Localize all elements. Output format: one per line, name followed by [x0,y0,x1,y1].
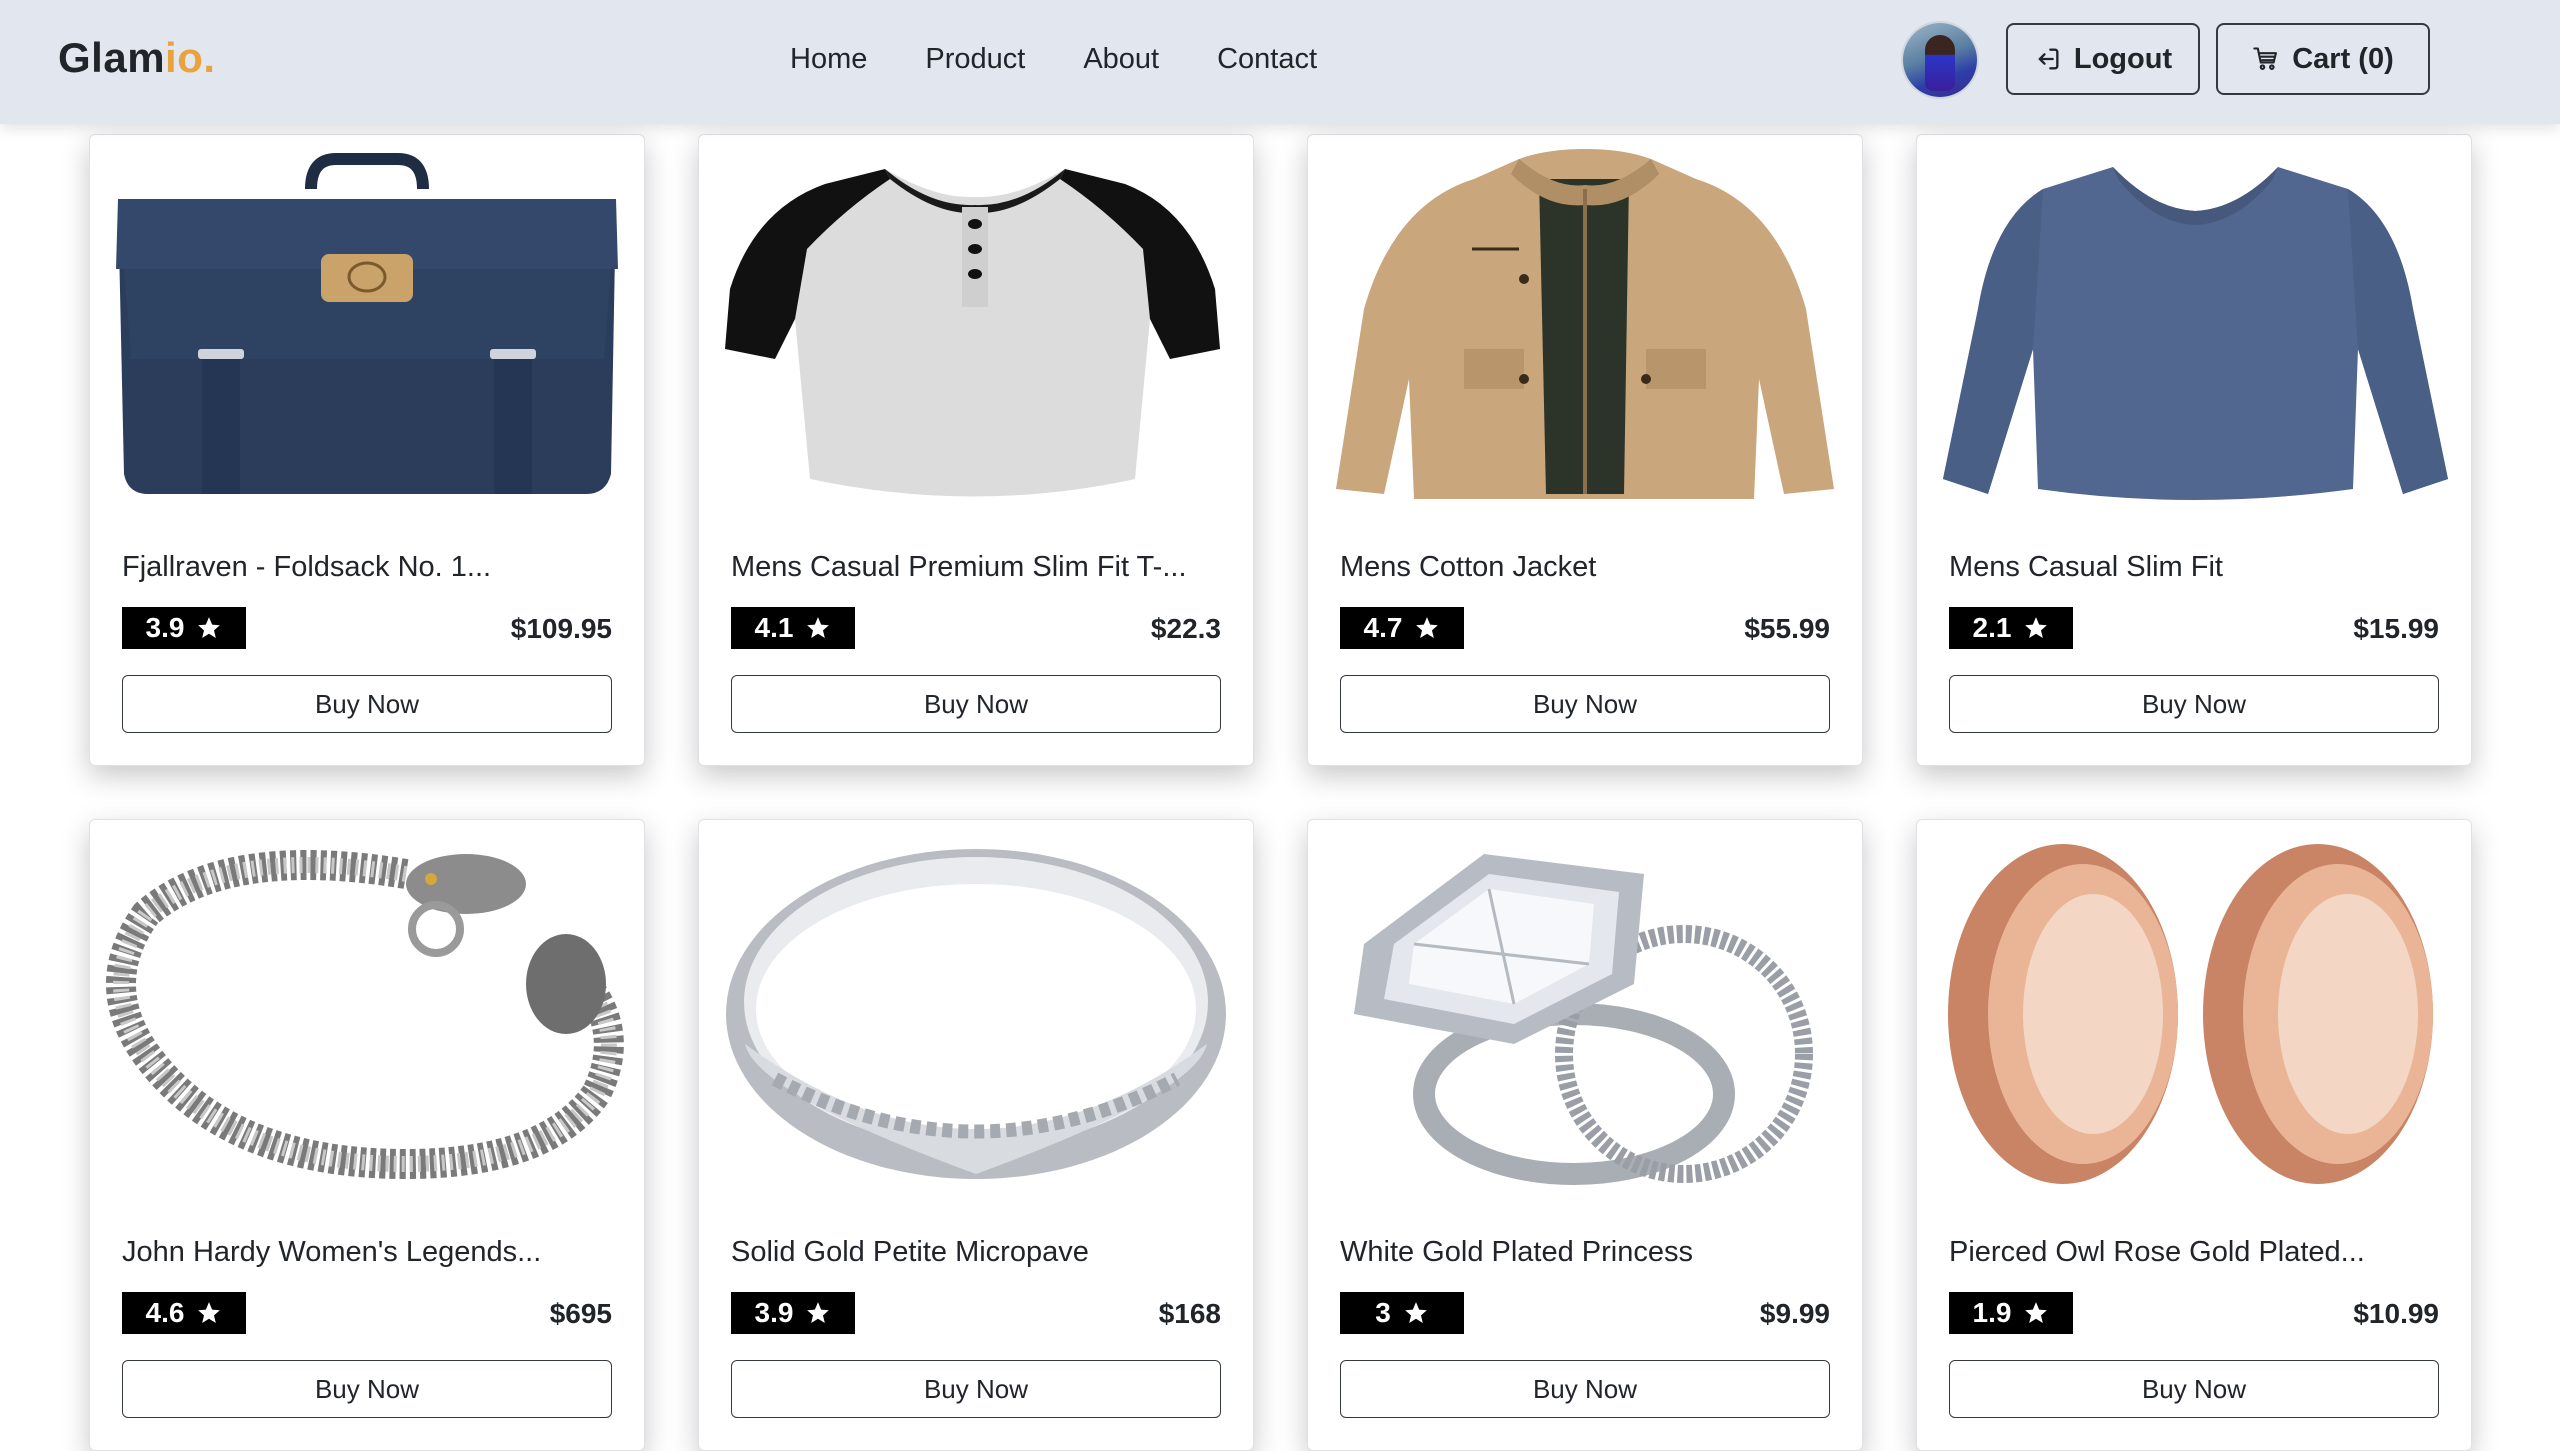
buy-now-button[interactable]: Buy Now [122,675,612,733]
rating-value: 2.1 [1972,612,2012,643]
product-card: Pierced Owl Rose Gold Plated... 1.9 $10.… [1916,819,2472,1451]
nav-link-home[interactable]: Home [790,38,867,80]
rating-badge: 3.9 [731,1292,855,1334]
buy-now-button[interactable]: Buy Now [1340,675,1830,733]
product-card: Mens Casual Premium Slim Fit T-... 4.1 $… [698,134,1254,766]
product-price: $15.99 [2353,613,2439,644]
product-title: Mens Casual Premium Slim Fit T-... [731,551,1187,583]
logout-button[interactable]: Logout [2006,23,2200,95]
product-price: $10.99 [2353,1298,2439,1329]
product-price: $109.95 [510,613,612,644]
product-image-backpack[interactable] [106,149,628,509]
product-title: Mens Cotton Jacket [1340,551,1597,583]
cart-icon [2252,45,2280,73]
product-image-tshirt[interactable] [715,149,1237,509]
star-icon [807,617,830,638]
star-icon [198,1302,221,1323]
nav-link-product[interactable]: Product [925,38,1025,80]
buy-now-button[interactable]: Buy Now [1949,675,2439,733]
buy-now-button[interactable]: Buy Now [731,675,1221,733]
rating-badge: 3 [1340,1292,1464,1334]
rating-value: 3 [1375,1297,1391,1328]
star-icon [1404,1302,1427,1323]
brand-name: Glam [58,34,166,81]
nav-link-contact[interactable]: Contact [1217,38,1317,80]
rating-value: 3.9 [145,612,185,643]
buy-now-button[interactable]: Buy Now [1949,1360,2439,1418]
product-title: Fjallraven - Foldsack No. 1... [122,551,492,583]
product-image-bracelet[interactable] [106,834,628,1194]
product-price: $22.3 [1150,613,1221,644]
rating-badge: 4.6 [122,1292,246,1334]
product-title: John Hardy Women's Legends... [122,1236,542,1268]
rating-badge: 2.1 [1949,607,2073,649]
brand-logo[interactable]: Glamio. [58,30,216,86]
rating-value: 1.9 [1972,1297,2012,1328]
brand-accent: io. [165,34,216,81]
star-icon [2025,1302,2048,1323]
product-image-diamond-ring[interactable] [1324,834,1846,1194]
product-price: $168 [1158,1298,1221,1329]
product-card: John Hardy Women's Legends... 4.6 $695 B… [89,819,645,1451]
star-icon [807,1302,830,1323]
navbar: Glamio. Home Product About Contact Logou… [0,0,2560,124]
product-card: Mens Cotton Jacket 4.7 $55.99 Buy Now [1307,134,1863,766]
nav-link-about[interactable]: About [1083,38,1159,80]
product-title: Mens Casual Slim Fit [1949,551,2223,583]
cart-label: Cart (0) [2292,42,2394,75]
buy-now-button[interactable]: Buy Now [122,1360,612,1418]
cart-button[interactable]: Cart (0) [2216,23,2430,95]
user-avatar[interactable] [1903,23,1977,97]
rating-value: 3.9 [754,1297,794,1328]
rating-badge: 3.9 [122,607,246,649]
product-image-band-ring[interactable] [715,834,1237,1194]
logout-icon [2034,45,2062,73]
nav-links: Home Product About Contact [790,38,1317,80]
product-card: Mens Casual Slim Fit 2.1 $15.99 Buy Now [1916,134,2472,766]
product-title: Pierced Owl Rose Gold Plated... [1949,1236,2365,1268]
product-image-longsleeve[interactable] [1933,149,2455,509]
star-icon [1416,617,1439,638]
product-card: Fjallraven - Foldsack No. 1... 3.9 $109.… [89,134,645,766]
product-title: White Gold Plated Princess [1340,1236,1693,1268]
product-price: $9.99 [1759,1298,1830,1329]
star-icon [2025,617,2048,638]
rating-value: 4.6 [145,1297,185,1328]
buy-now-button[interactable]: Buy Now [731,1360,1221,1418]
product-price: $55.99 [1744,613,1830,644]
product-image-rose-gold-plugs[interactable] [1933,834,2455,1194]
product-image-jacket[interactable] [1324,149,1846,509]
rating-badge: 1.9 [1949,1292,2073,1334]
logout-label: Logout [2073,42,2173,75]
product-card: Solid Gold Petite Micropave 3.9 $168 Buy… [698,819,1254,1451]
buy-now-button[interactable]: Buy Now [1340,1360,1830,1418]
product-card: White Gold Plated Princess 3 $9.99 Buy N… [1307,819,1863,1451]
rating-badge: 4.1 [731,607,855,649]
star-icon [198,617,221,638]
rating-badge: 4.7 [1340,607,1464,649]
product-title: Solid Gold Petite Micropave [731,1236,1089,1268]
rating-value: 4.1 [754,612,794,643]
product-price: $695 [549,1298,612,1329]
rating-value: 4.7 [1363,612,1403,643]
avatar-figure [1925,35,1955,91]
